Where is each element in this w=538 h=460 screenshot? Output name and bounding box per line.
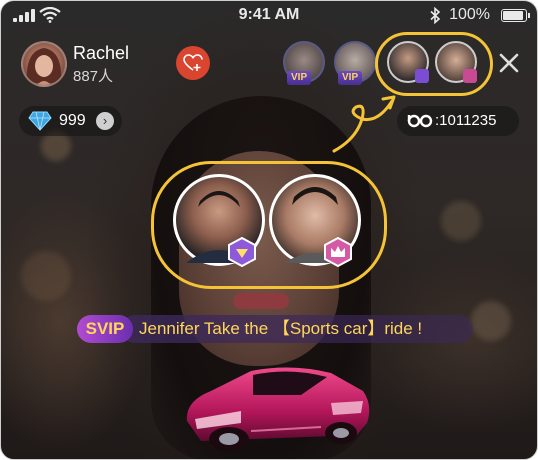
- background-bokeh: [471, 301, 511, 341]
- background-bokeh: [441, 201, 481, 241]
- room-id: :1011235: [397, 106, 519, 136]
- background-bokeh: [21, 251, 71, 301]
- chevron-right-icon[interactable]: ›: [96, 112, 114, 130]
- follow-button[interactable]: [176, 46, 210, 80]
- follow-heart-icon: [183, 54, 203, 71]
- bluetooth-icon: [430, 7, 441, 24]
- svip-tag: SVIP: [77, 315, 133, 343]
- id-logo-icon: [407, 114, 433, 128]
- host-name: Rachel: [73, 43, 130, 63]
- close-icon[interactable]: [495, 49, 523, 77]
- diamond-badge-icon: [228, 237, 256, 267]
- crown-badge-icon: [324, 237, 352, 267]
- vip-badge: VIP: [287, 71, 312, 85]
- arrow-icon: [332, 95, 396, 153]
- room-id-value: :1011235: [435, 112, 497, 129]
- status-bar: 9:41 AM 100%: [1, 1, 537, 29]
- battery-percent: 100%: [449, 6, 490, 23]
- diamond-icon: [28, 111, 52, 131]
- svip-message: Jennifer Take the 【Sports car】ride !: [121, 315, 473, 343]
- diamond-badge-icon: [415, 69, 429, 83]
- live-room-screen: 9:41 AM 100% Rachel 887人 VIP VIP 999 ›:…: [0, 0, 538, 460]
- sports-car-icon: [186, 367, 370, 451]
- vip-badge: VIP: [338, 71, 363, 85]
- battery-icon: [501, 9, 530, 22]
- streamer-lips: [233, 293, 289, 309]
- host-avatar[interactable]: [21, 41, 67, 87]
- diamond-count: 999: [59, 112, 86, 129]
- host-audience-count: 887人: [73, 68, 114, 85]
- crown-badge-icon: [463, 69, 477, 83]
